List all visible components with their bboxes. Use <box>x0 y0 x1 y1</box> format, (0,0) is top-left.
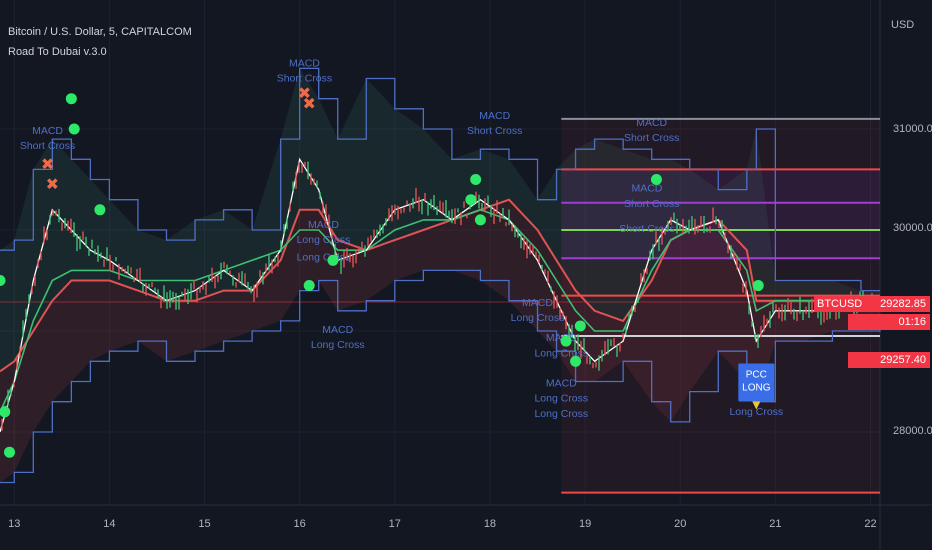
x-tick-label: 22 <box>864 518 876 530</box>
price-tick: 31000.00 <box>893 123 932 135</box>
signal-dot <box>4 446 16 458</box>
signal-dot <box>474 214 486 226</box>
last-price: 29282.85 <box>880 298 926 310</box>
signal-label: Short Cross <box>20 140 75 152</box>
signal-dot <box>65 93 77 105</box>
indicator-name: Road To Dubai v.3.0 <box>8 46 107 58</box>
price-chart[interactable]: MACD Short Cross MACD Short Cross MACD Long C… <box>0 0 932 550</box>
signal-label: Short Cross <box>467 125 522 137</box>
low-price-tag: 29257.40 <box>848 352 930 368</box>
signal-dot <box>470 174 482 185</box>
signal-dot <box>560 335 572 347</box>
signal-dot <box>327 254 339 266</box>
last-price-tag: BTCUSD 29282.85 <box>814 296 930 312</box>
signal-dot <box>752 280 764 292</box>
signal-dot <box>94 204 106 216</box>
signal-label: MACD <box>322 324 353 336</box>
x-tick-label: 16 <box>294 518 306 530</box>
signal-label: Long Cross <box>297 251 351 263</box>
signal-label: Long Cross <box>297 234 351 246</box>
x-tick-label: 21 <box>769 518 781 530</box>
x-tick-label: 18 <box>484 518 496 530</box>
signal-label: MACD <box>289 57 320 69</box>
symbol-title: Bitcoin / U.S. Dollar, 5, CAPITALCOM <box>8 26 192 38</box>
signal-label: MACD <box>479 110 510 122</box>
signal-label: MACD <box>546 378 577 390</box>
x-tick-label: 20 <box>674 518 686 530</box>
currency-label: USD <box>891 19 915 31</box>
signal-label: Long Cross <box>534 408 588 420</box>
x-tick-label: 13 <box>8 518 20 530</box>
signal-label: MACD <box>308 219 339 231</box>
signal-label: Long Cross <box>311 339 365 351</box>
signal-dot <box>465 194 477 206</box>
callout-label: PCC <box>746 370 767 381</box>
signal-dot <box>574 320 586 332</box>
signal-label: Short Cross <box>624 198 679 210</box>
signal-dot <box>68 123 80 135</box>
short-cross-marker: ✖ <box>302 96 315 113</box>
signal-label: Short Cross <box>619 223 674 235</box>
callout-label: LONG <box>742 383 771 394</box>
signal-dot <box>303 280 315 292</box>
short-cross-marker: ✖ <box>46 177 59 194</box>
short-cross-marker: ✖ <box>41 156 54 173</box>
levels-zone-inner <box>561 169 880 259</box>
signal-label: Short Cross <box>624 132 679 144</box>
signal-label: Short Cross <box>277 73 332 85</box>
signal-label: Long Cross <box>534 347 588 359</box>
x-tick-label: 19 <box>579 518 591 530</box>
signal-dot <box>570 355 582 367</box>
signal-label: Long Cross <box>534 393 588 405</box>
signal-label: MACD <box>522 297 553 309</box>
price-tick: 30000.00 <box>893 222 932 234</box>
x-tick-label: 14 <box>103 518 115 530</box>
signal-label: MACD <box>636 117 667 129</box>
signal-label: Long Cross <box>511 312 565 324</box>
signal-label: MACD <box>32 125 63 137</box>
bar-countdown: 01:16 <box>848 314 930 330</box>
x-tick-label: 17 <box>389 518 401 530</box>
price-tick: 28000.00 <box>893 425 932 437</box>
symbol-badge: BTCUSD <box>814 296 866 312</box>
x-tick-label: 15 <box>198 518 210 530</box>
signal-dot <box>650 174 662 185</box>
